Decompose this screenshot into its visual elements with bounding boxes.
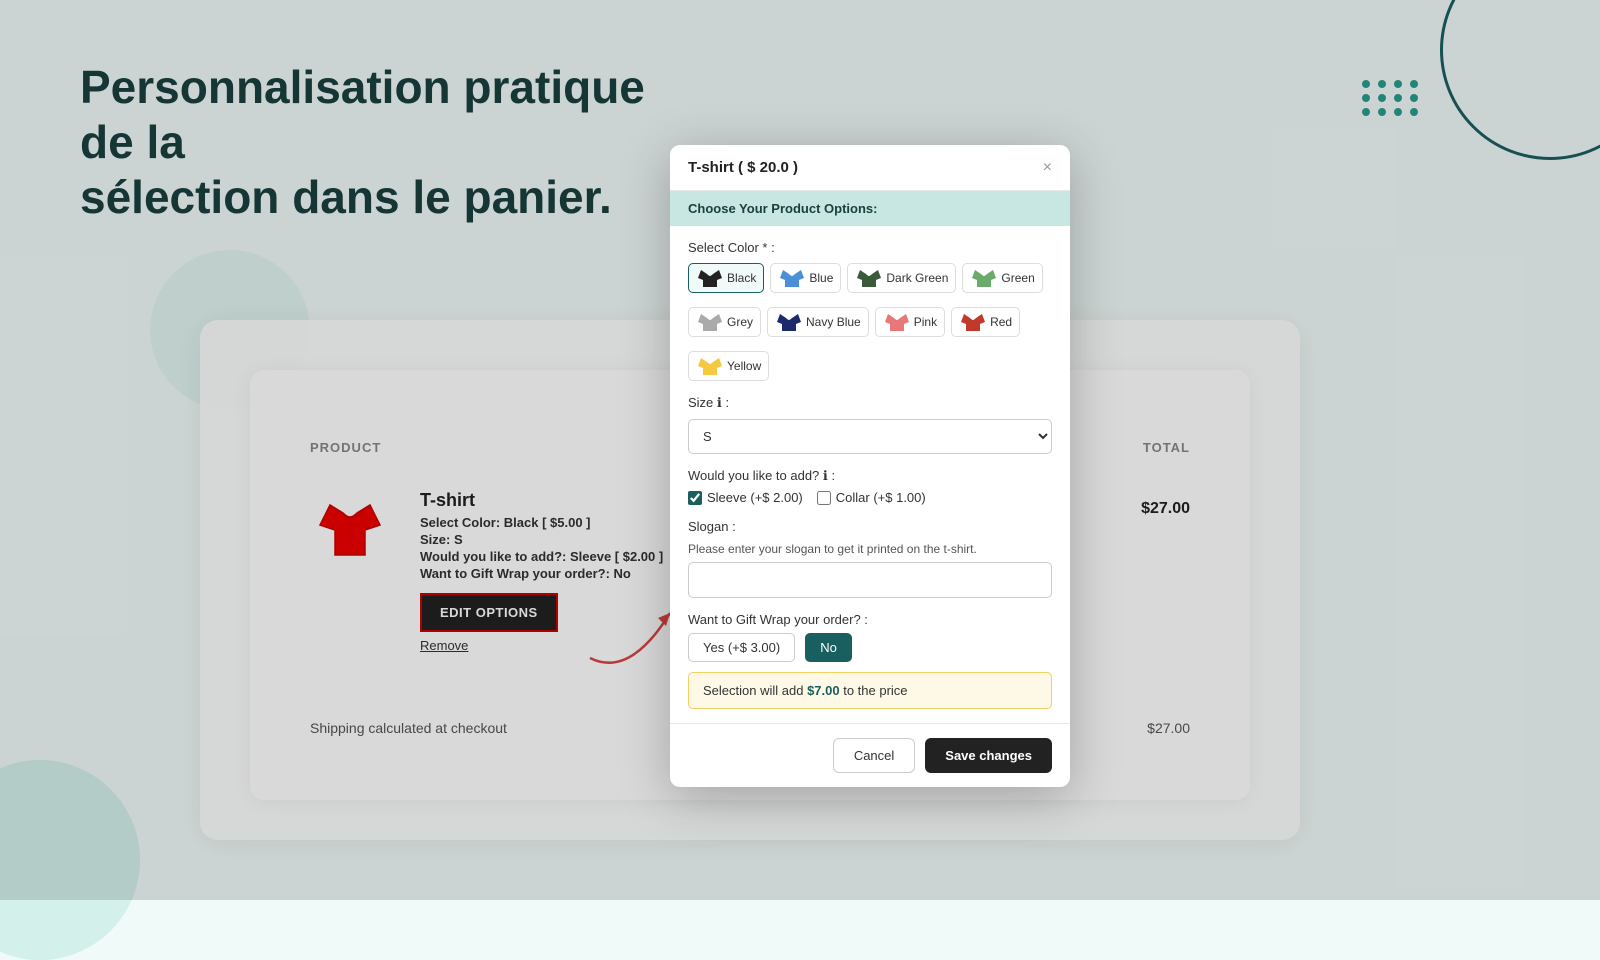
slogan-field: Slogan : Please enter your slogan to get… — [688, 519, 1052, 598]
color-options-group-3: Yellow — [688, 351, 1052, 381]
color-option-grey[interactable]: Grey — [688, 307, 761, 337]
modal-close-button[interactable]: × — [1043, 160, 1052, 176]
color-option-navyblue[interactable]: Navy Blue — [767, 307, 869, 337]
selection-notice: Selection will add $7.00 to the price — [688, 672, 1052, 709]
size-field-label: Size ℹ : — [688, 395, 1052, 411]
addon-field: Would you like to add? ℹ : Sleeve (+$ 2.… — [688, 468, 1052, 505]
giftwrap-no-button[interactable]: No — [805, 633, 852, 662]
color-option-darkgreen[interactable]: Dark Green — [847, 263, 956, 293]
addon-sleeve-checkbox[interactable] — [688, 491, 702, 505]
modal-body: Select Color * : Black Blue Dark Green G… — [670, 226, 1070, 723]
color-option-red[interactable]: Red — [951, 307, 1020, 337]
size-field: Size ℹ : S M L XL XXL — [688, 395, 1052, 454]
color-options-group-2: Grey Navy Blue Pink Red — [688, 307, 1052, 337]
modal-section-header: Choose Your Product Options: — [670, 191, 1070, 226]
giftwrap-options-group: Yes (+$ 3.00) No — [688, 633, 1052, 662]
color-option-blue[interactable]: Blue — [770, 263, 841, 293]
modal-footer: Cancel Save changes — [670, 723, 1070, 787]
giftwrap-field: Want to Gift Wrap your order? : Yes (+$ … — [688, 612, 1052, 662]
giftwrap-yes-button[interactable]: Yes (+$ 3.00) — [688, 633, 795, 662]
slogan-input[interactable] — [688, 562, 1052, 598]
save-changes-button[interactable]: Save changes — [925, 738, 1052, 773]
slogan-description: Please enter your slogan to get it print… — [688, 542, 1052, 556]
addon-options-group: Sleeve (+$ 2.00) Collar (+$ 1.00) — [688, 490, 1052, 505]
color-option-green[interactable]: Green — [962, 263, 1042, 293]
color-field-label: Select Color * : — [688, 240, 1052, 255]
giftwrap-field-label: Want to Gift Wrap your order? : — [688, 612, 1052, 627]
cancel-button[interactable]: Cancel — [833, 738, 915, 773]
addon-collar-checkbox[interactable] — [817, 491, 831, 505]
size-select[interactable]: S M L XL XXL — [688, 419, 1052, 454]
slogan-field-label: Slogan : — [688, 519, 1052, 534]
color-option-pink[interactable]: Pink — [875, 307, 945, 337]
color-options-group: Black Blue Dark Green Green — [688, 263, 1052, 293]
modal-title: T-shirt ( $ 20.0 ) — [688, 159, 798, 176]
color-option-black[interactable]: Black — [688, 263, 764, 293]
modal-header: T-shirt ( $ 20.0 ) × — [670, 145, 1070, 191]
notice-price: $7.00 — [807, 683, 840, 698]
addon-collar[interactable]: Collar (+$ 1.00) — [817, 490, 926, 505]
addon-sleeve[interactable]: Sleeve (+$ 2.00) — [688, 490, 803, 505]
color-option-yellow[interactable]: Yellow — [688, 351, 769, 381]
product-options-modal: T-shirt ( $ 20.0 ) × Choose Your Product… — [670, 145, 1070, 787]
addon-field-label: Would you like to add? ℹ : — [688, 468, 1052, 484]
